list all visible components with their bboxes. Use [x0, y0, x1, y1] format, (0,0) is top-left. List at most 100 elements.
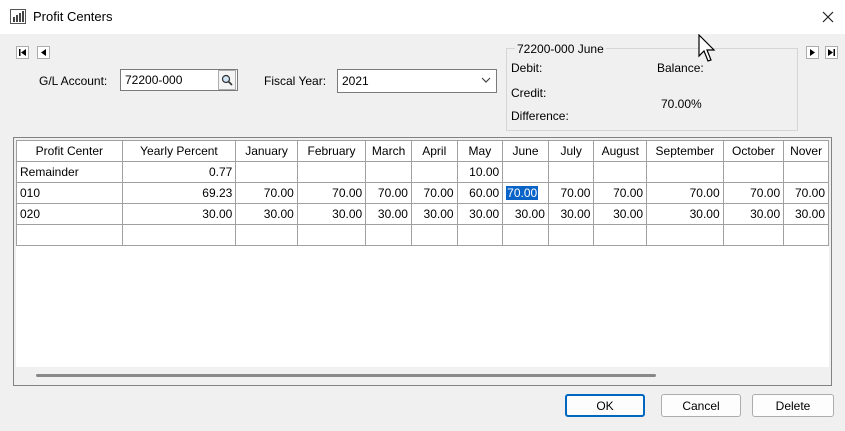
delete-button[interactable]: Delete: [752, 394, 834, 417]
grid-cell[interactable]: 69.23: [121, 182, 237, 204]
horizontal-scrollbar[interactable]: [16, 367, 829, 383]
next-record-button[interactable]: [806, 46, 819, 59]
grid-header-row: Profit Center Yearly Percent January Februa…: [16, 140, 829, 162]
grid-cell[interactable]: 30.00: [502, 203, 549, 225]
window-title: Profit Centers: [33, 9, 113, 24]
grid-cell[interactable]: 30.00: [121, 203, 237, 225]
grid-cell[interactable]: 70.00: [502, 182, 549, 204]
search-icon: [221, 74, 233, 86]
column-header[interactable]: April: [410, 140, 458, 162]
column-header[interactable]: July: [547, 140, 595, 162]
profit-center-grid[interactable]: Profit Center Yearly Percent January Februa…: [13, 137, 832, 386]
grid-cell[interactable]: [410, 224, 458, 246]
grid-cell[interactable]: [593, 224, 648, 246]
grid-cell[interactable]: 30.00: [456, 203, 504, 225]
column-header[interactable]: September: [646, 140, 724, 162]
grid-cell[interactable]: 70.00: [783, 182, 829, 204]
grid-cell[interactable]: 70.00: [547, 182, 595, 204]
column-header[interactable]: March: [365, 140, 412, 162]
table-row: Remainder 0.77 10.00: [16, 161, 829, 183]
gl-account-search-button[interactable]: [218, 70, 236, 90]
grid-cell[interactable]: 70.00: [235, 182, 298, 204]
column-header[interactable]: February: [296, 140, 367, 162]
grid-cell[interactable]: 70.00: [646, 182, 724, 204]
bar-chart-icon: [10, 9, 26, 24]
column-header[interactable]: May: [456, 140, 504, 162]
grid-cell[interactable]: 0.77: [121, 161, 237, 183]
grid-cell[interactable]: [365, 224, 412, 246]
grid-cell[interactable]: 60.00: [456, 182, 504, 204]
close-button[interactable]: [811, 0, 845, 34]
column-header[interactable]: Profit Center: [16, 140, 123, 162]
table-row: 010 69.23 70.00 70.00 70.00 70.00 60.00 70.00 70…: [16, 182, 829, 204]
prev-record-icon: [41, 49, 46, 56]
grid-cell[interactable]: [593, 161, 648, 183]
credit-label: Credit:: [511, 86, 547, 100]
prev-record-button[interactable]: [37, 46, 50, 59]
grid-cell[interactable]: [722, 161, 785, 183]
grid-cell[interactable]: 30.00: [296, 203, 367, 225]
close-icon: [822, 11, 834, 23]
selected-cell-text: 70.00: [506, 186, 539, 200]
balance-label: Balance:: [657, 61, 704, 75]
grid-cell[interactable]: [547, 161, 595, 183]
grid-cell[interactable]: 30.00: [783, 203, 829, 225]
grid-cell[interactable]: 020: [16, 203, 123, 225]
column-header[interactable]: January: [235, 140, 298, 162]
scrollbar-thumb[interactable]: [36, 374, 656, 377]
grid-cell[interactable]: [296, 161, 367, 183]
column-header[interactable]: August: [593, 140, 648, 162]
title-bar: Profit Centers: [0, 0, 845, 34]
chevron-down-icon: [481, 77, 491, 83]
grid-cell[interactable]: [456, 224, 504, 246]
grid-cell[interactable]: 70.00: [593, 182, 648, 204]
grid-cell[interactable]: [783, 161, 829, 183]
grid-cell[interactable]: 30.00: [593, 203, 648, 225]
first-record-icon: [19, 49, 26, 56]
column-header[interactable]: Nover: [783, 140, 829, 162]
cancel-button[interactable]: Cancel: [661, 394, 741, 417]
gl-account-label: G/L Account:: [39, 74, 108, 88]
difference-label: Difference:: [511, 109, 569, 123]
column-header[interactable]: October: [722, 140, 785, 162]
grid-cell[interactable]: 30.00: [547, 203, 595, 225]
grid-cell[interactable]: 30.00: [235, 203, 298, 225]
grid-cell[interactable]: [296, 224, 367, 246]
grid-cell[interactable]: [783, 224, 829, 246]
grid-cell[interactable]: [16, 224, 123, 246]
column-header[interactable]: June: [502, 140, 549, 162]
grid-cell[interactable]: 010: [16, 182, 123, 204]
grid-cell[interactable]: 10.00: [456, 161, 504, 183]
last-record-icon: [828, 49, 835, 56]
grid-cell[interactable]: [646, 161, 724, 183]
grid-cell[interactable]: 30.00: [365, 203, 412, 225]
grid-cell[interactable]: [410, 161, 458, 183]
grid-cell[interactable]: [235, 224, 298, 246]
grid-cell[interactable]: Remainder: [16, 161, 123, 183]
grid-cell[interactable]: 30.00: [722, 203, 785, 225]
grid-cell[interactable]: 30.00: [410, 203, 458, 225]
grid-cell[interactable]: [722, 224, 785, 246]
column-header[interactable]: Yearly Percent: [121, 140, 237, 162]
grid-table: Profit Center Yearly Percent January Februa…: [16, 140, 829, 246]
ok-button[interactable]: OK: [565, 394, 645, 417]
grid-cell[interactable]: [502, 161, 549, 183]
last-record-button[interactable]: [825, 46, 838, 59]
grid-cell[interactable]: [121, 224, 237, 246]
grid-cell[interactable]: 70.00: [365, 182, 412, 204]
grid-cell[interactable]: 30.00: [646, 203, 724, 225]
grid-cell[interactable]: [365, 161, 412, 183]
table-row: [16, 224, 829, 246]
grid-cell[interactable]: [502, 224, 549, 246]
grid-cell[interactable]: 70.00: [410, 182, 458, 204]
grid-cell[interactable]: [547, 224, 595, 246]
difference-percent: 70.00%: [661, 97, 702, 111]
fiscal-year-select[interactable]: 2021: [337, 69, 497, 93]
grid-cell[interactable]: 70.00: [722, 182, 785, 204]
grid-cell[interactable]: [646, 224, 724, 246]
first-record-button[interactable]: [16, 46, 29, 59]
grid-cell[interactable]: 70.00: [296, 182, 367, 204]
next-record-icon: [810, 49, 815, 56]
fiscal-year-label: Fiscal Year:: [264, 74, 327, 88]
grid-cell[interactable]: [235, 161, 298, 183]
